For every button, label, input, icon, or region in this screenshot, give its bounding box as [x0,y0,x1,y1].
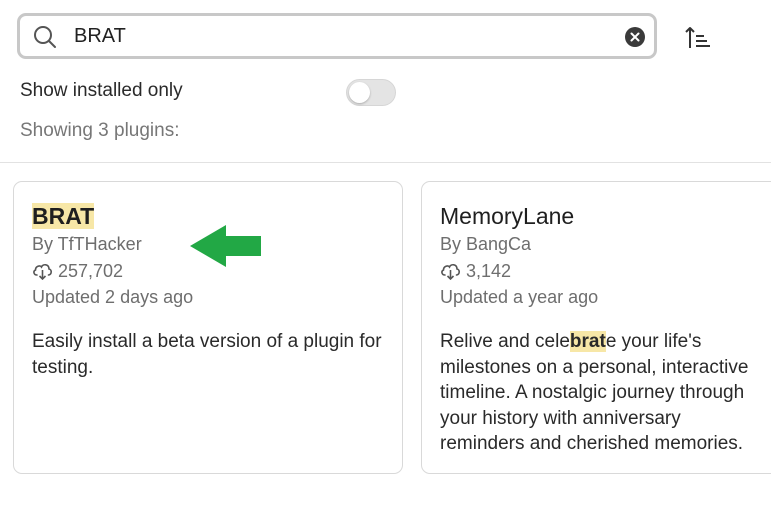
description-line: milestones on a personal, interactive [440,356,749,378]
description-line: your history with anniversary [440,407,681,429]
plugin-description: Relive and celebrate your life's milesto… [440,329,771,457]
download-cloud-icon [33,263,52,280]
plugin-downloads: 3,142 [440,261,511,282]
green-arrow-left-icon [190,225,261,267]
plugin-author: By BangCa [440,234,532,254]
result-count: Showing 3 plugins: [20,120,180,141]
plugin-title: BRAT [32,203,95,230]
description-line: reminders and cherished memories. [440,433,744,454]
description-line: timeline. A nostalgic journey through [440,382,745,403]
plugin-card-memorylane[interactable]: MemoryLane By BangCa 3,142 Updated a yea… [421,181,771,474]
download-count: 257,702 [58,261,124,281]
plugin-updated: Updated 2 days ago [32,287,194,307]
search-box[interactable] [17,13,657,59]
search-highlight: BRAT [32,203,95,229]
clear-search-icon[interactable] [625,27,645,47]
description-line: Relive and celebrate your life's [440,329,771,355]
show-installed-toggle[interactable] [346,79,396,106]
plugin-search-header: Show installed only Showing 3 plugins: [0,0,771,162]
search-input[interactable] [74,23,614,49]
plugin-downloads: 257,702 [32,261,123,282]
search-icon [34,26,56,48]
description-text: e your life's [605,331,702,352]
plugin-author: By TfTHacker [32,234,142,254]
sort-ascending-icon[interactable] [684,25,712,51]
plugin-description: Easily install a beta version of a plugi… [32,331,382,378]
search-highlight: brat [569,331,606,352]
show-installed-label: Show installed only [20,80,183,101]
divider [0,162,771,163]
toggle-knob [349,82,370,103]
download-cloud-icon [441,263,460,280]
plugin-title: MemoryLane [440,203,575,229]
plugin-updated: Updated a year ago [440,287,599,307]
plugin-browser: Show installed only Showing 3 plugins: B… [0,0,771,514]
download-count: 3,142 [466,261,512,281]
description-text: Relive and cele [440,331,570,352]
